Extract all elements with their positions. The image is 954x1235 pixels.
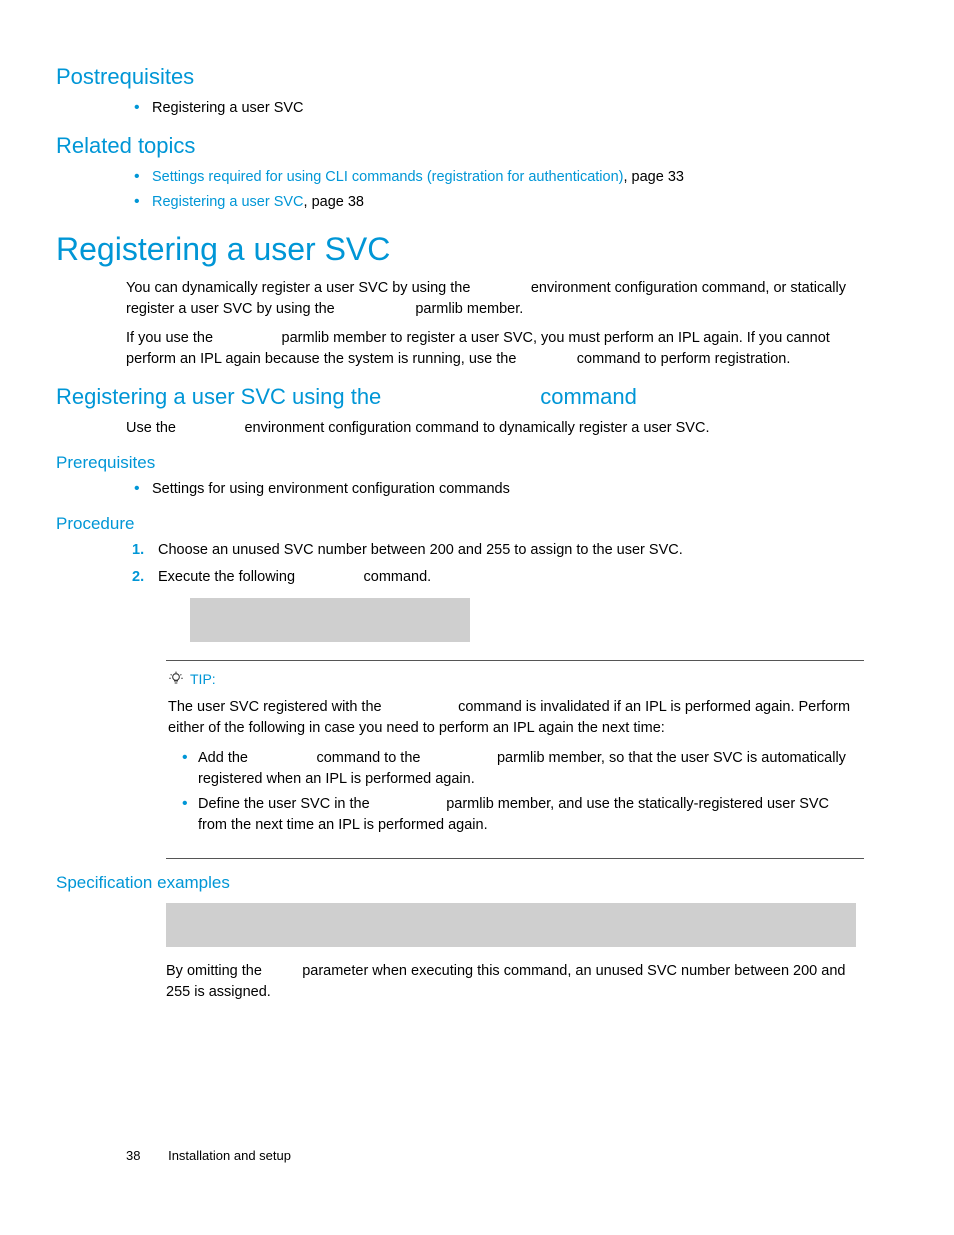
- prerequisites-heading: Prerequisites: [56, 453, 864, 473]
- code-block: [190, 598, 470, 642]
- paragraph: You can dynamically register a user SVC …: [126, 278, 864, 320]
- postrequisites-body: Registering a user SVC: [126, 98, 864, 119]
- footer-section: Installation and setup: [168, 1148, 291, 1163]
- step-item: Execute the following command.: [126, 567, 864, 642]
- tip-header: TIP:: [168, 669, 858, 689]
- list-item: Settings for using environment configura…: [126, 479, 864, 500]
- related-topics-body: Settings required for using CLI commands…: [126, 167, 864, 213]
- page-number: 38: [126, 1148, 140, 1163]
- spec-body: By omitting the parameter when executing…: [126, 903, 864, 1003]
- paragraph: If you use the parmlib member to registe…: [126, 328, 864, 370]
- tip-paragraph: The user SVC registered with the command…: [168, 697, 858, 739]
- sub-heading: Registering a user SVC using the command: [56, 384, 864, 410]
- paragraph: Use the environment configuration comman…: [126, 418, 864, 439]
- related-suffix-2: , page 38: [304, 194, 364, 210]
- page-footer: 38 Installation and setup: [126, 1148, 291, 1163]
- main-heading: Registering a user SVC: [56, 231, 864, 268]
- list-item: Define the user SVC in the parmlib membe…: [168, 794, 858, 836]
- list-item: Registering a user SVC: [126, 98, 864, 119]
- paragraph: By omitting the parameter when executing…: [166, 961, 864, 1003]
- code-block: [166, 903, 856, 947]
- list-item: Settings required for using CLI commands…: [126, 167, 864, 188]
- tip-label: TIP:: [190, 669, 216, 689]
- prerequisites-body: Settings for using environment configura…: [126, 479, 864, 500]
- related-suffix-1: , page 33: [623, 169, 683, 185]
- related-link-1[interactable]: Settings required for using CLI commands…: [152, 169, 623, 185]
- procedure-body: Choose an unused SVC number between 200 …: [126, 540, 864, 642]
- step-item: Choose an unused SVC number between 200 …: [126, 540, 864, 561]
- list-item: Registering a user SVC, page 38: [126, 192, 864, 213]
- related-topics-heading: Related topics: [56, 133, 864, 159]
- page: Postrequisites Registering a user SVC Re…: [0, 0, 954, 1235]
- postrequisites-heading: Postrequisites: [56, 64, 864, 90]
- list-item: Add the command to the parmlib member, s…: [168, 748, 858, 790]
- related-link-2[interactable]: Registering a user SVC: [152, 194, 304, 210]
- tip-note: TIP: The user SVC registered with the co…: [166, 660, 864, 858]
- step-text: Execute the following command.: [158, 569, 431, 585]
- procedure-heading: Procedure: [56, 514, 864, 534]
- tip-wrapper: TIP: The user SVC registered with the co…: [126, 660, 864, 858]
- sub-body: Use the environment configuration comman…: [126, 418, 864, 439]
- lightbulb-icon: [168, 671, 184, 687]
- main-body: You can dynamically register a user SVC …: [126, 278, 864, 370]
- spec-heading: Specification examples: [56, 873, 864, 893]
